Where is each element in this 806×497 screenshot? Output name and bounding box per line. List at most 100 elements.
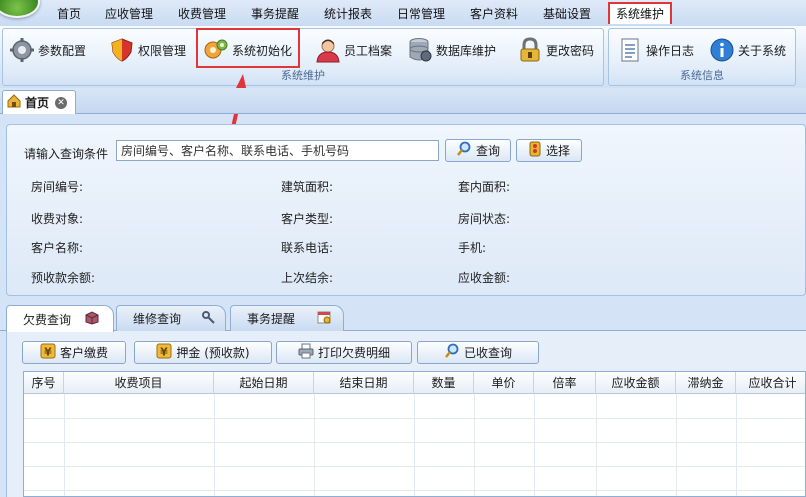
ribbon-group-system-info: 操作日志 关于系统 系统信息 xyxy=(608,28,796,86)
select-button-label: 选择 xyxy=(545,144,570,158)
database-maintenance-button[interactable]: 数据库维护 xyxy=(405,35,498,65)
app-logo-icon[interactable] xyxy=(0,0,40,18)
grid-line xyxy=(414,394,415,496)
tab-home[interactable]: 首页 ✕ xyxy=(2,90,76,114)
staff-records-label: 员工档案 xyxy=(344,43,393,58)
menu-item-system-maintenance[interactable]: 系统维护 xyxy=(616,5,664,22)
field-contact-phone: 联系电话: xyxy=(281,241,334,255)
magnifier-icon xyxy=(444,343,460,362)
paid-query-label: 已收查询 xyxy=(463,346,512,360)
column-header-late-fee[interactable]: 滞纳金 xyxy=(676,372,736,394)
search-button[interactable]: 查询 xyxy=(445,139,511,162)
grid-line xyxy=(214,394,215,496)
print-arrears-button[interactable]: 打印欠费明细 xyxy=(276,341,412,364)
customer-payment-button[interactable]: ¥ 客户缴费 xyxy=(22,341,126,364)
info-icon xyxy=(709,37,735,63)
tab-home-label: 首页 xyxy=(25,96,50,110)
grid-line xyxy=(24,466,805,467)
tab-task-reminder[interactable]: 事务提醒 xyxy=(230,305,344,331)
menu-item-reports[interactable]: 统计报表 xyxy=(324,5,372,22)
field-last-balance: 上次结余: xyxy=(281,271,334,285)
query-label: 请输入查询条件 xyxy=(24,147,109,161)
deposit-label: 押金 (预收款) xyxy=(176,346,250,360)
column-header-start-date[interactable]: 起始日期 xyxy=(214,372,314,394)
menu-bar: 首页 应收管理 收费管理 事务提醒 统计报表 日常管理 客户资料 基础设置 系统… xyxy=(0,0,806,26)
field-customer-type: 客户类型: xyxy=(281,212,334,226)
box-icon xyxy=(85,310,99,328)
select-icon xyxy=(528,141,542,160)
menu-item-charges[interactable]: 收费管理 xyxy=(178,5,226,22)
menu-item-receivables[interactable]: 应收管理 xyxy=(105,5,153,22)
field-room-number: 房间编号: xyxy=(31,180,84,194)
ribbon-group-label: 系统信息 xyxy=(680,69,724,82)
database-maintenance-label: 数据库维护 xyxy=(436,43,497,58)
column-header-unit-price[interactable]: 单价 xyxy=(474,372,534,394)
column-header-index[interactable]: 序号 xyxy=(24,372,64,394)
select-button[interactable]: 选择 xyxy=(516,139,582,162)
grid-line xyxy=(314,394,315,496)
menu-item-basic-settings[interactable]: 基础设置 xyxy=(543,5,591,22)
search-input[interactable] xyxy=(116,140,439,161)
deposit-button[interactable]: ¥ 押金 (预收款) xyxy=(134,341,272,364)
menu-item-home[interactable]: 首页 xyxy=(57,5,81,22)
tab-arrears-query[interactable]: 欠费查询 xyxy=(6,305,114,332)
table-header: 序号 收费项目 起始日期 结束日期 数量 单价 倍率 应收金额 滞纳金 应收合计 xyxy=(24,372,805,394)
column-header-end-date[interactable]: 结束日期 xyxy=(314,372,414,394)
highlight-box xyxy=(196,28,300,68)
about-system-button[interactable]: 关于系统 xyxy=(707,35,788,65)
ribbon-group-system-maintenance: 参数配置 权限管理 系统初始化 员工档案 数据库维护 更改密码 系统维护 xyxy=(2,28,604,86)
lower-tab-bar: 欠费查询 维修查询 事务提醒 xyxy=(0,303,806,332)
param-config-label: 参数配置 xyxy=(38,43,87,58)
grid-line xyxy=(474,394,475,496)
param-config-button[interactable]: 参数配置 xyxy=(7,35,88,65)
tab-repair-query[interactable]: 维修查询 xyxy=(116,305,226,331)
tab-repair-query-label: 维修查询 xyxy=(133,312,182,326)
change-password-label: 更改密码 xyxy=(546,43,595,58)
database-icon xyxy=(407,37,433,63)
svg-text:¥: ¥ xyxy=(44,346,52,359)
permission-button[interactable]: 权限管理 xyxy=(107,35,188,65)
lock-icon xyxy=(517,37,543,63)
staff-records-button[interactable]: 员工档案 xyxy=(313,35,394,65)
grid-line xyxy=(534,394,535,496)
grid-line xyxy=(24,490,805,491)
menu-item-customers[interactable]: 客户资料 xyxy=(470,5,518,22)
document-icon xyxy=(617,37,643,63)
charges-table[interactable]: 序号 收费项目 起始日期 结束日期 数量 单价 倍率 应收金额 滞纳金 应收合计 xyxy=(23,371,806,497)
ribbon-group-label: 系统维护 xyxy=(281,69,325,82)
tools-icon xyxy=(201,310,215,327)
customer-payment-label: 客户缴费 xyxy=(59,346,108,360)
menu-item-daily[interactable]: 日常管理 xyxy=(397,5,445,22)
printer-icon xyxy=(298,343,314,362)
svg-text:¥: ¥ xyxy=(161,346,169,359)
gear-icon xyxy=(9,37,35,63)
change-password-button[interactable]: 更改密码 xyxy=(515,35,596,65)
operation-log-button[interactable]: 操作日志 xyxy=(615,35,696,65)
magnifier-icon xyxy=(456,141,472,160)
document-tab-bar: 首页 ✕ xyxy=(0,88,806,114)
field-room-status: 房间状态: xyxy=(458,212,511,226)
about-system-label: 关于系统 xyxy=(738,43,787,58)
shield-icon xyxy=(109,37,135,63)
column-header-amount-due[interactable]: 应收金额 xyxy=(596,372,676,394)
yen-icon: ¥ xyxy=(40,343,56,362)
calendar-icon xyxy=(317,310,331,327)
grid-line xyxy=(596,394,597,496)
column-header-item[interactable]: 收费项目 xyxy=(64,372,214,394)
column-header-total-due[interactable]: 应收合计 xyxy=(736,372,805,394)
grid-line xyxy=(64,394,65,496)
column-header-quantity[interactable]: 数量 xyxy=(414,372,474,394)
grid-line xyxy=(24,442,805,443)
column-header-rate[interactable]: 倍率 xyxy=(534,372,596,394)
field-mobile: 手机: xyxy=(458,241,487,255)
close-icon[interactable]: ✕ xyxy=(55,96,68,109)
field-inner-area: 套内面积: xyxy=(458,180,511,194)
paid-query-button[interactable]: 已收查询 xyxy=(417,341,539,364)
grid-line xyxy=(676,394,677,496)
menu-item-reminders[interactable]: 事务提醒 xyxy=(251,5,299,22)
permission-label: 权限管理 xyxy=(138,43,187,58)
grid-line xyxy=(736,394,737,496)
ribbon: 参数配置 权限管理 系统初始化 员工档案 数据库维护 更改密码 系统维护 操作日… xyxy=(0,26,806,88)
print-arrears-label: 打印欠费明细 xyxy=(317,346,390,360)
field-prepaid-balance: 预收款余额: xyxy=(31,271,96,285)
